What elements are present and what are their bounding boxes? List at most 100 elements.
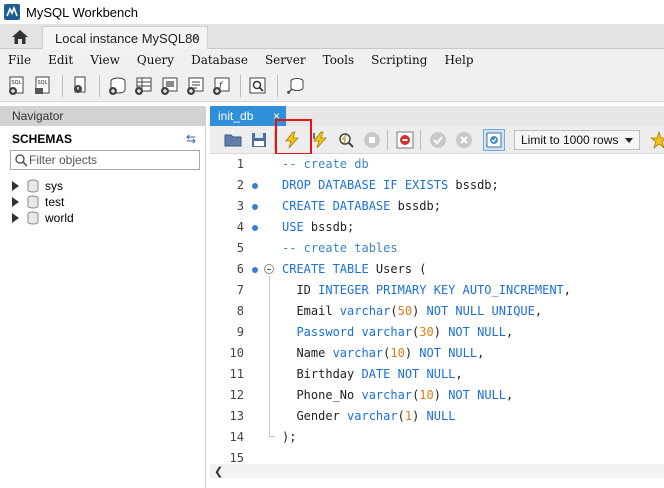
code-token: )	[412, 409, 427, 423]
create-table-button[interactable]	[132, 75, 154, 97]
connection-tab[interactable]: Local instance MySQL80 ×	[42, 26, 208, 49]
main-toolbar: SQL SQL f	[0, 70, 664, 102]
save-button[interactable]	[248, 129, 270, 151]
code-line[interactable]: 4 USE bssdb;	[210, 217, 664, 238]
open-file-button[interactable]	[222, 129, 244, 151]
code-token: )	[412, 304, 427, 318]
code-token: 10	[419, 388, 434, 402]
code-line[interactable]: 7 ID INTEGER PRIMARY KEY AUTO_INCREMENT,	[210, 280, 664, 301]
filter-objects-input[interactable]	[29, 153, 189, 167]
code-token: Email	[282, 304, 340, 318]
home-button[interactable]	[8, 27, 32, 47]
menu-edit[interactable]: Edit	[48, 53, 73, 67]
code-line[interactable]: 8 Email varchar(50) NOT NULL UNIQUE,	[210, 301, 664, 322]
stop-button[interactable]	[361, 129, 383, 151]
schemas-label: SCHEMAS	[12, 132, 73, 146]
menu-scripting[interactable]: Scripting	[371, 53, 427, 67]
limit-rows-value: Limit to 1000 rows	[521, 133, 619, 147]
code-text: -- create tables	[282, 238, 398, 259]
code-token: DROP DATABASE IF EXISTS	[282, 178, 449, 192]
tab-init-db[interactable]: init_db ×	[210, 106, 286, 126]
code-token: NOT NULL	[448, 388, 506, 402]
connection-tab-label: Local instance MySQL80	[55, 30, 200, 46]
menu-help[interactable]: Help	[444, 53, 473, 67]
code-line[interactable]: 1 -- create db	[210, 154, 664, 175]
code-token: CREATE TABLE	[282, 262, 369, 276]
close-icon[interactable]: ×	[273, 106, 280, 126]
execute-button[interactable]	[281, 129, 303, 151]
editor-bottom-area	[210, 478, 664, 488]
code-token: NULL	[426, 409, 456, 423]
toggle-continue-on-error-button[interactable]	[394, 129, 416, 151]
menu-query[interactable]: Query	[137, 53, 174, 67]
create-view-button[interactable]	[158, 75, 180, 97]
sql-code-editor[interactable]: 1 -- create db 2 DROP DATABASE IF EXISTS bs…	[210, 154, 664, 464]
code-token: bssdb;	[448, 178, 499, 192]
code-line[interactable]: 2 DROP DATABASE IF EXISTS bssdb;	[210, 175, 664, 196]
code-line[interactable]: 5 -- create tables	[210, 238, 664, 259]
code-token: (	[390, 304, 398, 318]
statement-marker-icon	[252, 225, 258, 231]
autocommit-toggle[interactable]	[483, 129, 505, 151]
line-number: 11	[229, 367, 244, 381]
code-line[interactable]: 6 CREATE TABLE Users (	[210, 259, 664, 280]
code-line[interactable]: 13 Gender varchar(1) NULL	[210, 406, 664, 427]
create-function-button[interactable]: f	[210, 75, 232, 97]
add-snippet-button[interactable]	[648, 129, 664, 151]
refresh-icon[interactable]: ⇆	[186, 132, 196, 146]
create-procedure-button[interactable]	[184, 75, 206, 97]
error-stop-icon	[396, 131, 414, 149]
schema-tree-item[interactable]: test	[12, 194, 64, 210]
code-line[interactable]: 11 Birthday DATE NOT NULL,	[210, 364, 664, 385]
new-sql-tab-button[interactable]: SQL	[6, 75, 28, 97]
code-text: Email varchar(50) NOT NULL UNIQUE,	[282, 301, 542, 322]
code-token: varchar	[339, 304, 391, 318]
create-schema-button[interactable]	[106, 75, 128, 97]
code-line[interactable]: 15	[210, 448, 664, 464]
schema-tree-item[interactable]: sys	[12, 178, 63, 194]
menu-server[interactable]: Server	[265, 53, 306, 67]
lightning-icon	[285, 131, 299, 149]
menu-tools[interactable]: Tools	[323, 53, 355, 67]
code-line[interactable]: 3 CREATE DATABASE bssdb;	[210, 196, 664, 217]
code-token: bssdb;	[390, 199, 441, 213]
code-token: ,	[506, 388, 514, 402]
cancel-icon	[456, 132, 472, 148]
toolbar-separator	[99, 74, 100, 97]
reconnect-button[interactable]	[284, 75, 306, 97]
svg-text:SQL: SQL	[12, 80, 22, 86]
expand-arrow-icon[interactable]	[12, 197, 20, 207]
filter-objects-field[interactable]	[10, 150, 200, 170]
schema-tree-item[interactable]: world	[12, 210, 74, 226]
inspector-button[interactable]	[69, 75, 91, 97]
code-line[interactable]: 10 Name varchar(10) NOT NULL,	[210, 343, 664, 364]
create-procedure-icon	[187, 77, 204, 95]
limit-rows-select[interactable]: Limit to 1000 rows	[514, 130, 640, 150]
horizontal-scrollbar[interactable]: ❮	[210, 464, 664, 478]
search-table-data-button[interactable]	[247, 75, 269, 97]
menu-file[interactable]: File	[8, 53, 31, 67]
fold-toggle-icon[interactable]	[264, 264, 274, 274]
expand-arrow-icon[interactable]	[12, 181, 20, 191]
navigator-header: Navigator	[0, 106, 206, 126]
commit-button[interactable]	[427, 129, 449, 151]
menu-view[interactable]: View	[90, 53, 120, 67]
open-sql-script-button[interactable]: SQL	[32, 75, 54, 97]
close-icon[interactable]: ×	[192, 31, 199, 45]
code-token: Phone_No	[282, 388, 362, 402]
scroll-left-icon[interactable]: ❮	[214, 465, 223, 478]
rollback-button[interactable]	[453, 129, 475, 151]
code-line[interactable]: 14);	[210, 427, 664, 448]
expand-arrow-icon[interactable]	[12, 213, 20, 223]
code-line[interactable]: 9 Password varchar(30) NOT NULL,	[210, 322, 664, 343]
code-line[interactable]: 12 Phone_No varchar(10) NOT NULL,	[210, 385, 664, 406]
toolbar-separator	[240, 74, 241, 97]
execute-current-statement-button[interactable]	[309, 129, 331, 151]
explain-button[interactable]	[335, 129, 357, 151]
create-table-icon	[135, 77, 152, 95]
menu-database[interactable]: Database	[191, 53, 248, 67]
open-sql-file-icon: SQL	[35, 76, 50, 94]
code-token: 10	[390, 346, 405, 360]
navigator-panel: SCHEMAS ⇆ sys test world	[0, 126, 206, 488]
code-token: (	[397, 409, 405, 423]
